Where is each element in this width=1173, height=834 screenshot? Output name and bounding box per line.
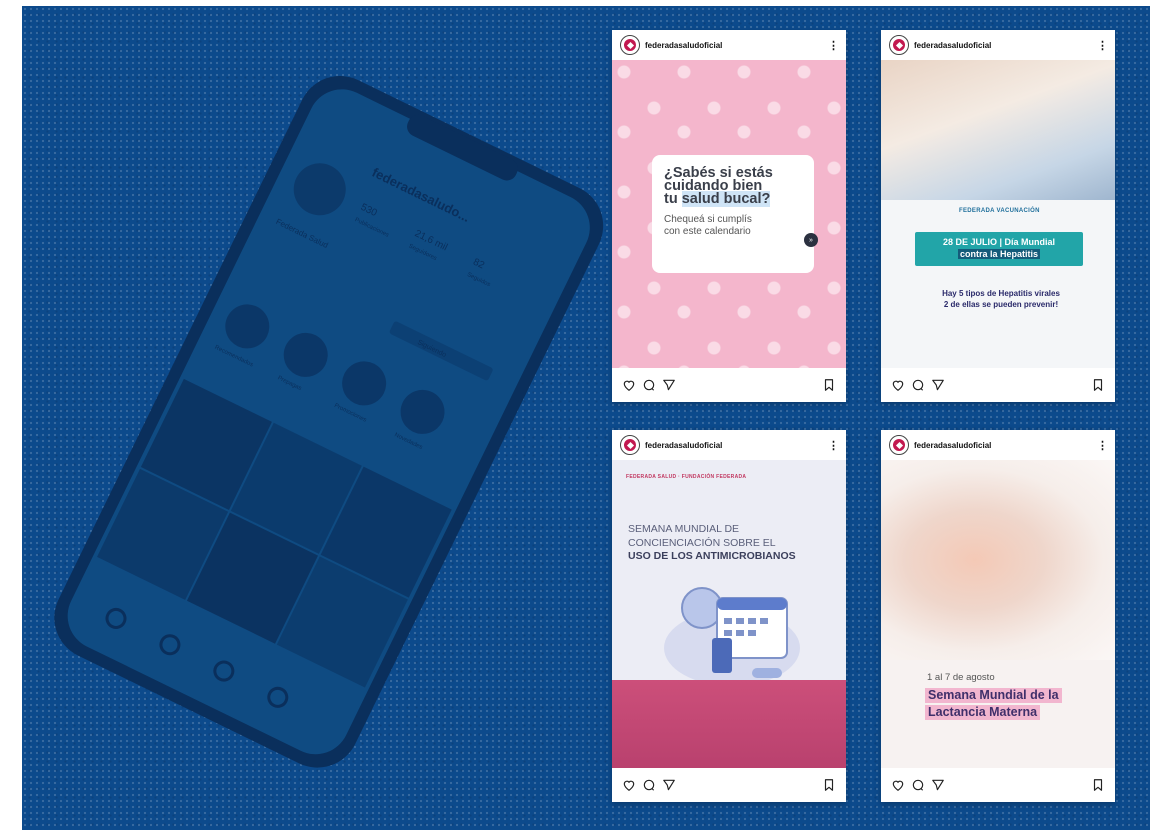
post-actions <box>881 768 1115 802</box>
post-actions <box>881 368 1115 402</box>
breastfeeding-photo <box>881 460 1115 660</box>
post-card-lactancia[interactable]: federadasaludoficial ⋮ 1 al 7 de agosto … <box>881 430 1115 802</box>
hepatitis-text-line-2: 2 de ellas se pueden prevenir! <box>943 300 1059 309</box>
bookmark-icon[interactable] <box>1091 778 1105 792</box>
heart-icon[interactable] <box>891 778 905 792</box>
brand-logos: FEDERADA SALUD · FUNDACIÓN FEDERADA <box>626 474 747 480</box>
comment-icon[interactable] <box>911 778 925 792</box>
post-header: federadasaludoficial ⋮ <box>612 430 846 460</box>
post-title-line-2: Lactancia Materna <box>925 705 1041 720</box>
brand-logo-icon <box>893 439 905 451</box>
bookmark-icon[interactable] <box>822 378 836 392</box>
post-title-line-1: Semana Mundial de la <box>925 688 1062 703</box>
banner-line-2: contra la Hepatitis <box>915 248 1083 260</box>
phone-illustration: federadasaludo... 530 21,6 mil 82 Public… <box>22 6 662 830</box>
comment-icon[interactable] <box>911 378 925 392</box>
post-title: SEMANA MUNDIAL DE CONCIENCIACIÓN SOBRE E… <box>628 522 776 550</box>
profile-avatar[interactable] <box>889 35 909 55</box>
post-actions <box>612 368 846 402</box>
profile-avatar[interactable] <box>620 435 640 455</box>
post-date: 1 al 7 de agosto <box>927 672 995 683</box>
post-header: federadasaludoficial ⋮ <box>881 30 1115 60</box>
post-actions <box>612 768 846 802</box>
post-username[interactable]: federadasaludoficial <box>645 41 828 50</box>
post-title-highlight: salud bucal? <box>681 191 771 207</box>
calendar-medicine-illustration <box>664 587 800 686</box>
profile-avatar[interactable] <box>620 35 640 55</box>
vaccination-photo <box>881 60 1115 200</box>
post-username[interactable]: federadasaludoficial <box>914 41 1097 50</box>
post-header: federadasaludoficial ⋮ <box>881 430 1115 460</box>
post-image[interactable]: FEDERADA VACUNACIÓN 28 DE JULIO | Día Mu… <box>881 60 1115 368</box>
post-subtitle: Chequeá si cumplís con este calendario <box>664 214 802 238</box>
hepatitis-text: Hay 5 tipos de Hepatitis virales 2 de el… <box>911 288 1091 310</box>
banner-line-2-text: contra la Hepatitis <box>957 249 1041 259</box>
heart-icon[interactable] <box>622 378 636 392</box>
post-image[interactable]: 1 al 7 de agosto Semana Mundial de la La… <box>881 460 1115 768</box>
brand-label: FEDERADA VACUNACIÓN <box>959 208 1040 214</box>
post-title-prefix: tu <box>664 191 682 207</box>
comment-icon[interactable] <box>642 378 656 392</box>
hepatitis-text-line-1: Hay 5 tipos de Hepatitis virales <box>942 289 1060 298</box>
post-title-line-3: tu salud bucal? <box>664 191 802 207</box>
brand-logo-icon <box>624 439 636 451</box>
more-options-icon[interactable]: ⋮ <box>1097 439 1108 452</box>
post-title-line-2: CONCIENCIACIÓN SOBRE EL <box>628 537 776 549</box>
post-card-salud-bucal[interactable]: federadasaludoficial ⋮ ¿Sabés si estás c… <box>612 30 846 402</box>
post-title-line-1: SEMANA MUNDIAL DE <box>628 523 740 535</box>
more-options-icon[interactable]: ⋮ <box>828 39 839 52</box>
post-card-antimicrobianos[interactable]: federadasaludoficial ⋮ FEDERADA SALUD · … <box>612 430 846 802</box>
phone-svg: federadasaludo... 530 21,6 mil 82 Public… <box>54 75 604 768</box>
heart-icon[interactable] <box>622 778 636 792</box>
brand-logo-icon <box>624 39 636 51</box>
share-icon[interactable] <box>931 378 945 392</box>
post-image[interactable]: FEDERADA SALUD · FUNDACIÓN FEDERADA SEMA… <box>612 460 846 768</box>
post-image[interactable]: ¿Sabés si estás cuidando bien tu salud b… <box>612 60 846 368</box>
more-options-icon[interactable]: ⋮ <box>828 439 839 452</box>
next-arrow-icon: » <box>804 233 818 247</box>
background-canvas: federadasaludo... 530 21,6 mil 82 Public… <box>22 6 1150 830</box>
pink-footer-band <box>612 680 846 768</box>
bookmark-icon[interactable] <box>822 778 836 792</box>
brand-logo-icon <box>893 39 905 51</box>
comment-icon[interactable] <box>642 778 656 792</box>
post-subtitle-line-1: Chequeá si cumplís <box>664 214 752 225</box>
post-text-box: ¿Sabés si estás cuidando bien tu salud b… <box>652 155 818 273</box>
post-header: federadasaludoficial ⋮ <box>612 30 846 60</box>
share-icon[interactable] <box>931 778 945 792</box>
post-title: ¿Sabés si estás cuidando bien tu salud b… <box>664 166 802 207</box>
share-icon[interactable] <box>662 378 676 392</box>
more-options-icon[interactable]: ⋮ <box>1097 39 1108 52</box>
banner-line-1: 28 DE JULIO | Día Mundial <box>942 237 1056 247</box>
post-username[interactable]: federadasaludoficial <box>914 441 1097 450</box>
post-title-bold: USO DE LOS ANTIMICROBIANOS <box>628 550 796 562</box>
post-subtitle-line-2: con este calendario <box>664 226 751 237</box>
bookmark-icon[interactable] <box>1091 378 1105 392</box>
heart-icon[interactable] <box>891 378 905 392</box>
post-card-hepatitis[interactable]: federadasaludoficial ⋮ FEDERADA VACUNACI… <box>881 30 1115 402</box>
profile-avatar[interactable] <box>889 435 909 455</box>
share-icon[interactable] <box>662 778 676 792</box>
post-username[interactable]: federadasaludoficial <box>645 441 828 450</box>
hepatitis-banner: 28 DE JULIO | Día Mundial contra la Hepa… <box>915 232 1083 266</box>
